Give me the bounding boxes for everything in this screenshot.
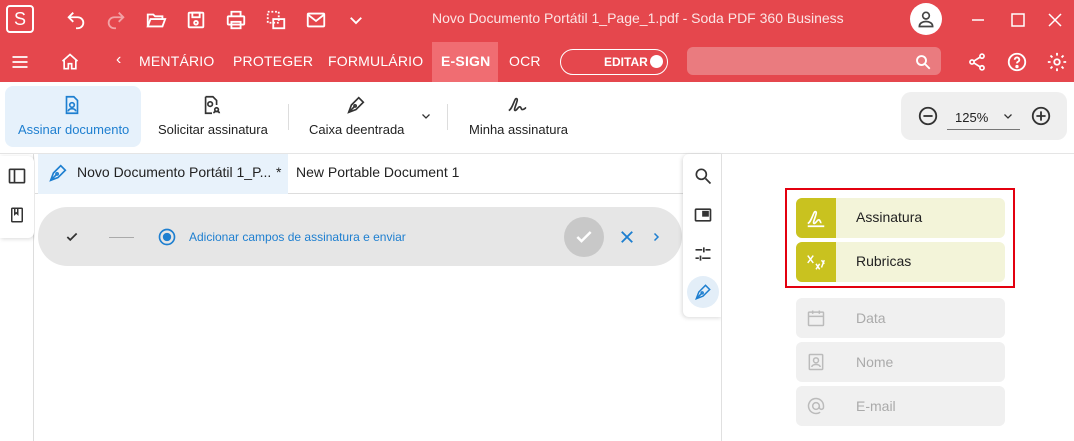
email-icon[interactable] [304,8,328,32]
chevron-down-icon[interactable] [344,8,368,32]
radio-selected-icon [157,227,177,247]
panel-toggle-icon[interactable] [6,165,28,187]
tab-proteger[interactable]: PROTEGER [233,53,313,69]
chevron-down-icon[interactable] [418,108,434,124]
menu-scroll-left[interactable]: ‹ [116,51,122,69]
my-signature-icon[interactable] [504,92,530,118]
chevron-right-icon[interactable] [648,229,664,245]
document-tab-secondary[interactable]: New Portable Document 1 [296,164,459,180]
zoom-out-icon[interactable] [916,104,940,128]
cancel-step-close-icon[interactable] [617,227,637,247]
check-icon [572,225,596,249]
edit-toggle-label: EDITAR [604,55,648,69]
unsaved-indicator: * [276,164,282,180]
toggle-knob [650,55,663,68]
search-icon[interactable] [912,51,934,73]
tab-ocr[interactable]: OCR [509,53,541,69]
window-title: Novo Documento Portátil 1_Page_1.pdf - S… [432,10,844,26]
zoom-underline [947,129,1020,130]
search-input[interactable] [687,47,941,75]
view-panel-icon[interactable] [692,204,714,226]
calendar-icon [796,298,836,338]
document-area [35,154,721,441]
tab-formulario[interactable]: FORMULÁRIO [328,53,423,69]
app-logo[interactable]: S [6,5,34,33]
step-connector [109,237,134,238]
hamburger-menu-icon[interactable] [8,50,32,74]
home-icon[interactable] [58,50,82,74]
field-label-email: E-mail [856,398,896,414]
highlight-box [785,188,1015,288]
properties-sliders-icon[interactable] [692,243,714,265]
check-icon [63,228,81,246]
zoom-in-icon[interactable] [1029,104,1053,128]
save-icon[interactable] [184,8,208,32]
field-label-nome: Nome [856,354,894,370]
toolbar-separator [288,104,289,130]
at-icon [796,386,836,426]
bookmark-icon[interactable] [6,204,28,226]
pen-nib-icon[interactable] [343,92,369,118]
search-icon[interactable] [692,165,714,187]
request-signature-icon[interactable] [199,92,225,118]
print-preview-icon[interactable] [264,8,288,32]
help-icon[interactable] [1005,50,1029,74]
tool-assinar-documento[interactable]: Assinar documento [18,122,129,137]
settings-gear-icon[interactable] [1045,50,1069,74]
print-icon[interactable] [224,8,248,32]
name-card-icon [796,342,836,382]
esign-pen-icon[interactable] [692,281,714,303]
tool-minha-assinatura[interactable]: Minha assinatura [469,122,568,137]
user-avatar-icon[interactable] [910,3,942,35]
field-label-data: Data [856,310,886,326]
tool-caixa-de-entrada[interactable]: Caixa deentrada [309,122,404,137]
open-folder-icon[interactable] [144,8,168,32]
minimize-icon[interactable] [966,8,990,32]
tool-solicitar-assinatura[interactable]: Solicitar assinatura [158,122,268,137]
close-icon[interactable] [1043,8,1067,32]
current-step-label: Adicionar campos de assinatura e enviar [189,230,406,244]
share-icon[interactable] [965,50,989,74]
toolbar-separator [447,104,448,130]
tab-esign[interactable]: E-SIGN [441,53,490,69]
tab-comentario[interactable]: MENTÁRIO [139,53,215,69]
document-tab-label[interactable]: Novo Documento Portátil 1_P... [77,164,271,180]
maximize-icon[interactable] [1006,8,1030,32]
zoom-value[interactable]: 125% [955,110,988,125]
sign-document-icon[interactable] [59,92,85,118]
esign-pen-icon [46,161,70,185]
chevron-down-icon[interactable] [1000,108,1016,124]
undo-icon[interactable] [64,8,88,32]
redo-icon[interactable] [104,8,128,32]
